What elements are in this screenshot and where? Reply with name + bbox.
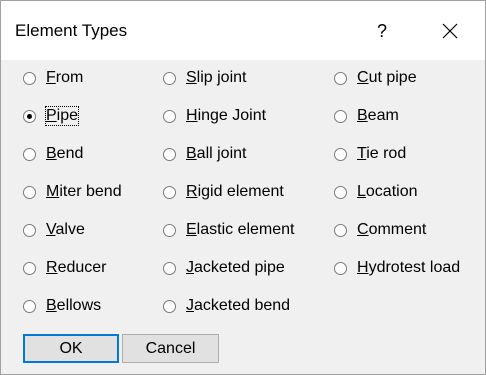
radio-ball-joint[interactable]: Ball joint <box>163 143 246 165</box>
radio-valve[interactable]: Valve <box>23 219 85 241</box>
radio-circle[interactable] <box>334 71 347 85</box>
radio-circle[interactable] <box>23 223 36 237</box>
radio-label: Reducer <box>46 259 107 276</box>
radio-label: Comment <box>357 221 427 238</box>
radio-label: Location <box>357 183 418 200</box>
radio-miter-bend[interactable]: Miter bend <box>23 181 122 203</box>
radio-label: Rigid element <box>186 183 284 200</box>
radio-circle[interactable] <box>334 223 347 237</box>
radio-label: Bellows <box>46 297 102 314</box>
radio-reducer[interactable]: Reducer <box>23 257 106 279</box>
radio-circle[interactable] <box>23 299 36 313</box>
radio-circle[interactable] <box>163 147 176 161</box>
radio-slip-joint[interactable]: Slip joint <box>163 67 246 89</box>
radio-label: Tie rod <box>357 145 407 162</box>
radio-label: Beam <box>357 107 399 124</box>
radio-circle[interactable] <box>163 261 176 275</box>
radio-circle[interactable] <box>163 223 176 237</box>
radio-hydrotest-load[interactable]: Hydrotest load <box>334 257 460 279</box>
radio-circle[interactable] <box>23 71 36 85</box>
radio-circle[interactable] <box>334 109 347 123</box>
radio-from[interactable]: From <box>23 67 83 89</box>
radio-label: Pipe <box>44 106 80 126</box>
radio-label: Ball joint <box>186 145 247 162</box>
radio-label: Cut pipe <box>357 69 417 86</box>
radio-label: Bend <box>46 145 84 162</box>
cancel-button[interactable]: Cancel <box>122 334 219 363</box>
radio-label: Valve <box>46 221 85 238</box>
close-button[interactable] <box>433 15 467 47</box>
radio-circle[interactable] <box>23 261 36 275</box>
radio-circle[interactable] <box>23 185 36 199</box>
radio-label: Hinge Joint <box>186 107 267 124</box>
radio-circle[interactable] <box>163 299 176 313</box>
radio-label: From <box>46 69 84 86</box>
radio-circle[interactable] <box>23 147 36 161</box>
ok-button[interactable]: OK <box>23 334 119 363</box>
radio-circle[interactable] <box>334 147 347 161</box>
radio-comment[interactable]: Comment <box>334 219 426 241</box>
radio-label: Hydrotest load <box>357 259 461 276</box>
radio-label: Miter bend <box>46 183 122 200</box>
radio-rigid-element[interactable]: Rigid element <box>163 181 284 203</box>
radio-circle[interactable] <box>23 109 36 123</box>
radio-cut-pipe[interactable]: Cut pipe <box>334 67 417 89</box>
radio-hinge-joint[interactable]: Hinge Joint <box>163 105 266 127</box>
radio-circle[interactable] <box>163 109 176 123</box>
element-types-dialog: Element Types ? From Pipe Bend Miter ben… <box>0 0 486 375</box>
title-bar: Element Types ? <box>1 1 485 60</box>
radio-elastic-element[interactable]: Elastic element <box>163 219 295 241</box>
radio-jacketed-bend[interactable]: Jacketed bend <box>163 295 290 317</box>
radio-pipe[interactable]: Pipe <box>23 105 80 127</box>
radio-circle[interactable] <box>163 185 176 199</box>
dialog-title: Element Types <box>15 21 128 40</box>
close-icon <box>442 23 458 39</box>
help-button[interactable]: ? <box>369 15 395 47</box>
radio-jacketed-pipe[interactable]: Jacketed pipe <box>163 257 285 279</box>
radio-circle[interactable] <box>334 261 347 275</box>
radio-beam[interactable]: Beam <box>334 105 399 127</box>
radio-label: Elastic element <box>186 221 295 238</box>
radio-circle[interactable] <box>334 185 347 199</box>
radio-label: Jacketed pipe <box>186 259 285 276</box>
radio-label: Jacketed bend <box>186 297 291 314</box>
radio-location[interactable]: Location <box>334 181 418 203</box>
radio-circle[interactable] <box>163 71 176 85</box>
radio-label: Slip joint <box>186 69 247 86</box>
radio-bellows[interactable]: Bellows <box>23 295 101 317</box>
radio-bend[interactable]: Bend <box>23 143 83 165</box>
radio-tie-rod[interactable]: Tie rod <box>334 143 406 165</box>
